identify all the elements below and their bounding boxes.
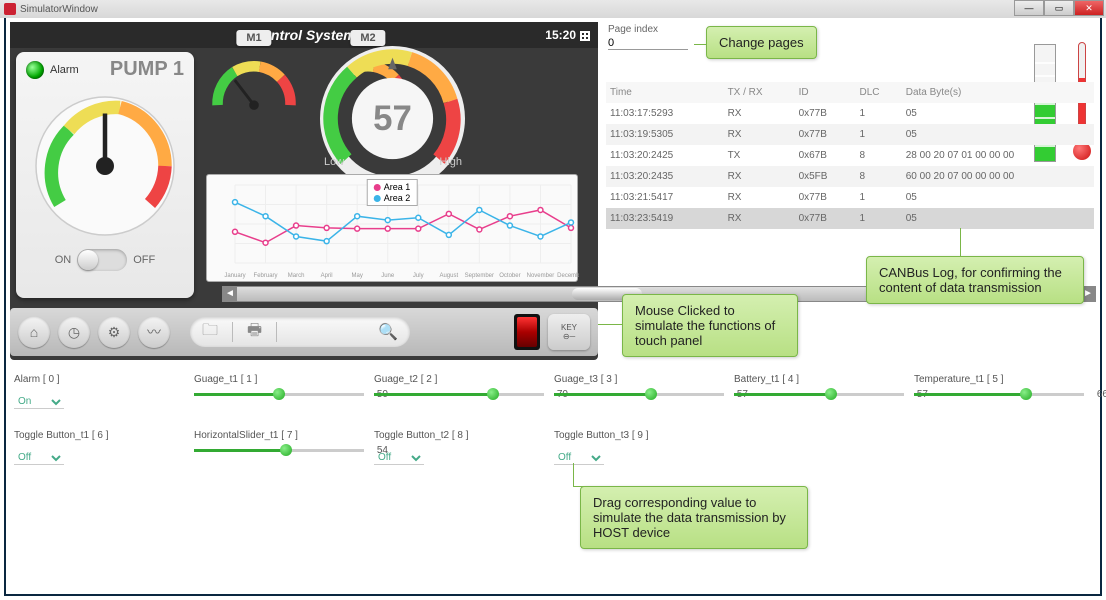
control-select[interactable]: On [14, 395, 64, 409]
off-label: OFF [133, 254, 155, 266]
control-panel-header: - Control System - 15:20 [10, 22, 598, 48]
control-select[interactable]: Off [374, 451, 424, 465]
settings-button[interactable]: ⚙ [98, 316, 130, 348]
svg-text:November: November [527, 273, 555, 279]
table-row[interactable]: 11:03:19:5305RX0x77B105 [606, 124, 1094, 145]
control-guage_t2: Guage_t2 [ 2 ] 70 [374, 374, 544, 396]
page-index-label: Page index [608, 24, 688, 35]
scroll-left-icon[interactable]: ◄ [223, 287, 237, 301]
control-label: Guage_t2 [ 2 ] [374, 374, 544, 385]
line-chart: January February March April May June July Augu… [206, 174, 578, 282]
table-header: TX / RX [724, 82, 795, 103]
control-label: Toggle Button_t1 [ 6 ] [14, 430, 184, 441]
low-label: Low [324, 156, 344, 168]
pump-gauge [30, 91, 180, 241]
control-guage_t1: Guage_t1 [ 1 ] 50 [194, 374, 364, 396]
table-row[interactable]: 11:03:21:5417RX0x77B105 [606, 187, 1094, 208]
table-header: DLC [855, 82, 901, 103]
high-label: High [439, 156, 462, 168]
control-guage_t3: Guage_t3 [ 3 ] 57 [554, 374, 724, 396]
control-slider[interactable]: 70 [374, 393, 544, 396]
table-row[interactable]: 11:03:20:2435RX0x5FB860 00 20 07 00 00 0… [606, 166, 1094, 187]
svg-text:August: August [439, 273, 458, 279]
search-icon[interactable]: 🔍 [378, 322, 398, 342]
control-label: Guage_t1 [ 1 ] [194, 374, 364, 385]
table-header: Time [606, 82, 724, 103]
control-battery_t1: Battery_t1 [ 4 ] 57 [734, 374, 904, 396]
page-index: Page index [608, 24, 688, 50]
control-slider[interactable]: 57 [554, 393, 724, 396]
control-toggle: Toggle Button_t3 [ 9 ]Off [554, 430, 724, 465]
control-temperature_t1: Temperature_t1 [ 5 ] 66 [914, 374, 1084, 396]
folder-icon[interactable]: 🗀 [202, 319, 218, 346]
callout-drag: Drag corresponding value to simulate the… [580, 486, 808, 549]
control-label: Toggle Button_t2 [ 8 ] [374, 430, 544, 441]
m2-label: M2 [350, 30, 385, 46]
alarm-led-icon [26, 61, 44, 79]
table-header: Data Byte(s) [902, 82, 1094, 103]
control-label: Battery_t1 [ 4 ] [734, 374, 904, 385]
clock: 15:20 [545, 22, 590, 48]
control-toggle: Toggle Button_t2 [ 8 ] Off [374, 430, 544, 465]
window-minimize-button[interactable]: — [1014, 0, 1044, 16]
window-close-button[interactable]: ✕ [1074, 0, 1104, 16]
m1-label: M1 [236, 30, 271, 46]
alarm-label: Alarm [50, 64, 79, 76]
window-maximize-button[interactable]: ▭ [1044, 0, 1074, 16]
control-horizontalslider_t1: HorizontalSlider_t1 [ 7 ] 54 [194, 430, 364, 452]
table-row[interactable]: 11:03:20:2425TX0x67B828 00 20 07 01 00 0… [606, 145, 1094, 166]
callout-canbus: CANBus Log, for confirming the content o… [866, 256, 1084, 304]
control-slider[interactable]: 57 [734, 393, 904, 396]
key-button[interactable]: KEY ⊖─ [548, 314, 590, 350]
svg-text:October: October [499, 273, 520, 279]
control-label: HorizontalSlider_t1 [ 7 ] [194, 430, 364, 441]
svg-text:December: December [557, 273, 579, 279]
power-switch[interactable] [514, 314, 540, 350]
svg-text:May: May [352, 273, 363, 279]
control-alarm: Alarm [ 0 ] On [14, 374, 184, 409]
table-row[interactable]: 11:03:17:5293RX0x77B105 [606, 103, 1094, 124]
window-titlebar: SimulatorWindow [0, 0, 1106, 18]
control-slider[interactable]: 54 [194, 449, 364, 452]
table-header: ID [795, 82, 856, 103]
gauge-button[interactable]: ◷ [58, 316, 90, 348]
svg-text:January: January [224, 273, 245, 279]
svg-text:April: April [321, 273, 333, 279]
callout-change-pages: Change pages [706, 26, 817, 59]
canbus-log-table: TimeTX / RXIDDLCData Byte(s) 11:03:17:52… [606, 82, 1094, 229]
control-select[interactable]: Off [14, 451, 64, 465]
pump-card: Alarm PUMP 1 ON OFF [16, 52, 194, 298]
control-toggle: Toggle Button_t1 [ 6 ] Off [14, 430, 184, 465]
svg-text:September: September [465, 273, 494, 279]
on-label: ON [55, 254, 72, 266]
control-label: Alarm [ 0 ] [14, 374, 184, 385]
m1-gauge: M1 [206, 52, 302, 116]
chart-button[interactable]: 〰 [138, 316, 170, 348]
svg-text:March: March [288, 273, 305, 279]
bottom-toolbar: ⌂ ◷ ⚙ 〰 🗀 🖶 🔍 KEY ⊖─ [10, 308, 598, 356]
home-button[interactable]: ⌂ [18, 316, 50, 348]
window-title: SimulatorWindow [20, 4, 98, 15]
print-icon[interactable]: 🖶 [247, 319, 262, 346]
svg-text:February: February [254, 273, 278, 279]
toolbar-pill: 🗀 🖶 🔍 [190, 317, 410, 347]
app-icon [4, 3, 16, 15]
table-row[interactable]: 11:03:23:5419RX0x77B105 [606, 208, 1094, 229]
control-label: Toggle Button_t3 [ 9 ] [554, 430, 724, 441]
pump-toggle[interactable] [77, 249, 127, 271]
main-gauge: 57 [320, 46, 465, 191]
page-index-input[interactable] [608, 37, 688, 50]
svg-text:57: 57 [373, 99, 412, 138]
chart-legend: Area 1 Area 2 [367, 179, 418, 206]
control-label: Temperature_t1 [ 5 ] [914, 374, 1084, 385]
control-slider[interactable]: 66 [914, 393, 1084, 396]
svg-text:July: July [413, 273, 424, 279]
pump-title: PUMP 1 [110, 58, 184, 81]
callout-mouse-click: Mouse Clicked to simulate the functions … [622, 294, 798, 357]
control-label: Guage_t3 [ 3 ] [554, 374, 724, 385]
key-icon: ⊖─ [563, 332, 575, 341]
svg-text:June: June [381, 273, 395, 279]
control-slider[interactable]: 50 [194, 393, 364, 396]
